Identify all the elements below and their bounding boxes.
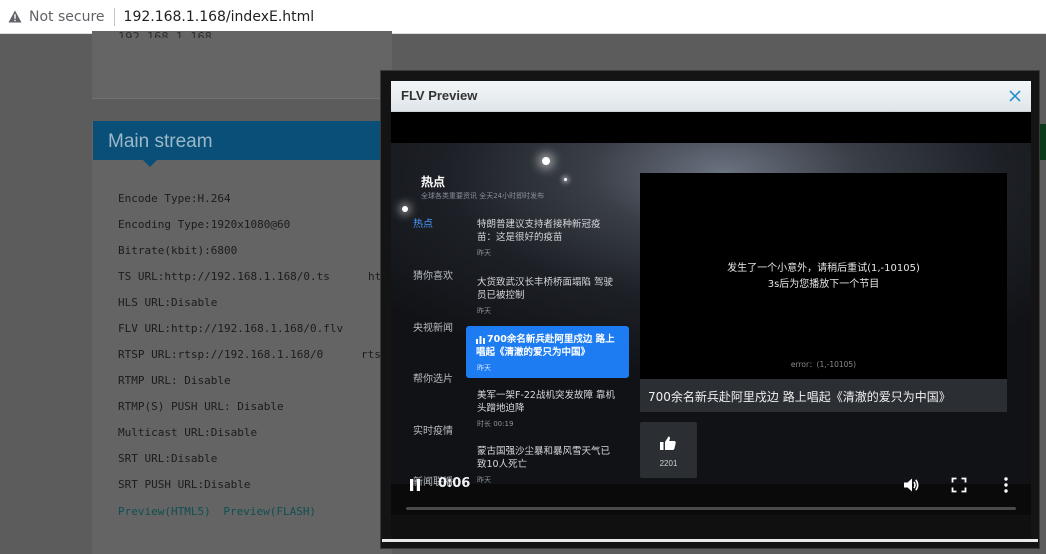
news-title: 蒙古国强沙尘暴和暴风雪天气已致10人死亡 bbox=[477, 446, 611, 470]
info-line: RTSP URL:rtsp://192.168.1.168/0 bbox=[118, 348, 324, 361]
fullscreen-icon[interactable] bbox=[951, 477, 967, 493]
news-title: 美军一架F-22战机突发故障 靠机头蹭地迫降 bbox=[477, 390, 616, 414]
modal-bottom-border bbox=[382, 539, 1038, 542]
address-bar[interactable]: Not secure 192.168.1.168/indexE.html bbox=[0, 0, 1046, 34]
news-item[interactable]: 大货致武汉长丰桥桥面塌陷 驾驶员已被控制 昨天 bbox=[477, 276, 615, 316]
category-guess-you-like[interactable]: 猜你喜欢 bbox=[413, 267, 453, 282]
audio-bars-icon bbox=[476, 335, 485, 344]
info-line: SRT URL:Disable bbox=[118, 452, 218, 465]
main-stream-title: Main stream bbox=[108, 131, 213, 152]
flv-preview-dialog: FLV Preview 热点 全球各类重要资讯 全天24小时即时发布 热点 猜你… bbox=[391, 81, 1031, 539]
info-line: HLS URL:Disable bbox=[118, 296, 218, 309]
info-line: Bitrate(kbit):6800 bbox=[118, 244, 238, 257]
category-picks[interactable]: 帮你选片 bbox=[413, 370, 453, 385]
info-line: RTMP(S) PUSH URL: Disable bbox=[118, 400, 284, 413]
previous-card-text: 192.168.1.168 bbox=[118, 30, 212, 38]
pause-icon[interactable] bbox=[408, 478, 422, 492]
thumbs-up-icon bbox=[660, 436, 676, 450]
sparkle bbox=[564, 178, 567, 181]
preview-html5-link[interactable]: Preview(HTML5) bbox=[118, 505, 211, 518]
not-secure-label[interactable]: Not secure bbox=[29, 9, 105, 25]
news-item[interactable]: 特朗普建议支持者接种新冠疫苗：这是很好的疫苗 昨天 bbox=[477, 218, 615, 258]
preview-flash-link[interactable]: Preview(FLASH) bbox=[223, 505, 316, 518]
feed-subtitle: 全球各类重要资讯 全天24小时即时发布 bbox=[421, 192, 545, 200]
news-title: 700余名新兵赴阿里戍边 路上唱起《清澈的爱只为中国》 bbox=[476, 333, 622, 359]
info-line: TS URL:http://192.168.1.168/0.ts bbox=[118, 270, 330, 283]
video-caption: 700余名新兵赴阿里戍边 路上唱起《清澈的爱只为中国》 bbox=[640, 379, 1007, 412]
category-epidemic[interactable]: 实时疫情 bbox=[413, 422, 453, 437]
modal-header: FLV Preview bbox=[391, 81, 1031, 112]
warning-triangle-icon[interactable] bbox=[7, 9, 23, 25]
news-title: 特朗普建议支持者接种新冠疫苗：这是很好的疫苗 bbox=[477, 219, 601, 243]
news-title-text: 700余名新兵赴阿里戍边 路上唱起《清澈的爱只为中国》 bbox=[476, 334, 615, 358]
address-separator bbox=[113, 7, 115, 26]
error-code: error：(1,-10105) bbox=[790, 360, 857, 369]
playback-time: 0:06 bbox=[438, 476, 471, 491]
video-player[interactable]: 热点 全球各类重要资讯 全天24小时即时发布 热点 猜你喜欢 央视新闻 帮你选片… bbox=[391, 112, 1031, 515]
category-hot[interactable]: 热点 bbox=[413, 215, 433, 230]
news-meta: 昨天 bbox=[477, 476, 491, 484]
like-button[interactable]: 2201 bbox=[640, 422, 697, 478]
previous-card: 192.168.1.168 bbox=[92, 30, 392, 99]
url-text[interactable]: 192.168.1.168/indexE.html bbox=[124, 9, 315, 25]
info-line: Multicast URL:Disable bbox=[118, 426, 258, 439]
main-stream-header: Main stream bbox=[93, 121, 393, 160]
news-title: 大货致武汉长丰桥桥面塌陷 驾驶员已被控制 bbox=[477, 277, 614, 301]
news-meta: 时长 00:19 bbox=[477, 420, 514, 428]
header-arrow bbox=[142, 159, 158, 167]
progress-bar[interactable] bbox=[406, 507, 1016, 510]
error-message: 发生了一个小意外，请稍后重试(1,-10105) 3s后为您播放下一个节目 bbox=[640, 261, 1007, 293]
volume-icon[interactable] bbox=[902, 476, 920, 494]
feed-title: 热点 bbox=[421, 175, 446, 189]
news-item-active[interactable]: 700余名新兵赴阿里戍边 路上唱起《清澈的爱只为中国》 昨天 bbox=[466, 326, 629, 378]
info-line: FLV URL:http://192.168.1.168/0.flv bbox=[118, 322, 344, 335]
like-count: 2201 bbox=[659, 459, 678, 468]
preview-links: Preview(HTML5) Preview(FLASH) bbox=[118, 505, 322, 518]
info-line: Encoding Type:1920x1080@60 bbox=[118, 218, 291, 231]
video-caption-text: 700余名新兵赴阿里戍边 路上唱起《清澈的爱只为中国》 bbox=[648, 390, 951, 404]
error-line-2: 3s后为您播放下一个节目 bbox=[767, 279, 880, 290]
info-line: Encode Type:H.264 bbox=[118, 192, 231, 205]
video-display[interactable]: 发生了一个小意外，请稍后重试(1,-10105) 3s后为您播放下一个节目 er… bbox=[640, 173, 1007, 379]
sparkle bbox=[402, 206, 408, 212]
news-meta: 昨天 bbox=[477, 249, 491, 257]
close-icon[interactable] bbox=[1007, 88, 1023, 104]
modal-title: FLV Preview bbox=[401, 88, 478, 103]
player-bottom-bar bbox=[391, 484, 1031, 515]
sparkle bbox=[542, 157, 550, 165]
more-vert-icon[interactable] bbox=[1000, 476, 1012, 494]
info-line: SRT PUSH URL:Disable bbox=[118, 478, 251, 491]
category-cctv-news[interactable]: 央视新闻 bbox=[413, 319, 453, 334]
modal-footer bbox=[391, 515, 1031, 539]
info-line: RTMP URL: Disable bbox=[118, 374, 231, 387]
error-line-1: 发生了一个小意外，请稍后重试(1,-10105) bbox=[727, 263, 920, 274]
news-item[interactable]: 蒙古国强沙尘暴和暴风雪天气已致10人死亡 昨天 bbox=[477, 445, 615, 485]
news-meta: 昨天 bbox=[477, 364, 491, 372]
news-item[interactable]: 美军一架F-22战机突发故障 靠机头蹭地迫降 时长 00:19 bbox=[477, 389, 615, 429]
news-meta: 昨天 bbox=[477, 307, 491, 315]
